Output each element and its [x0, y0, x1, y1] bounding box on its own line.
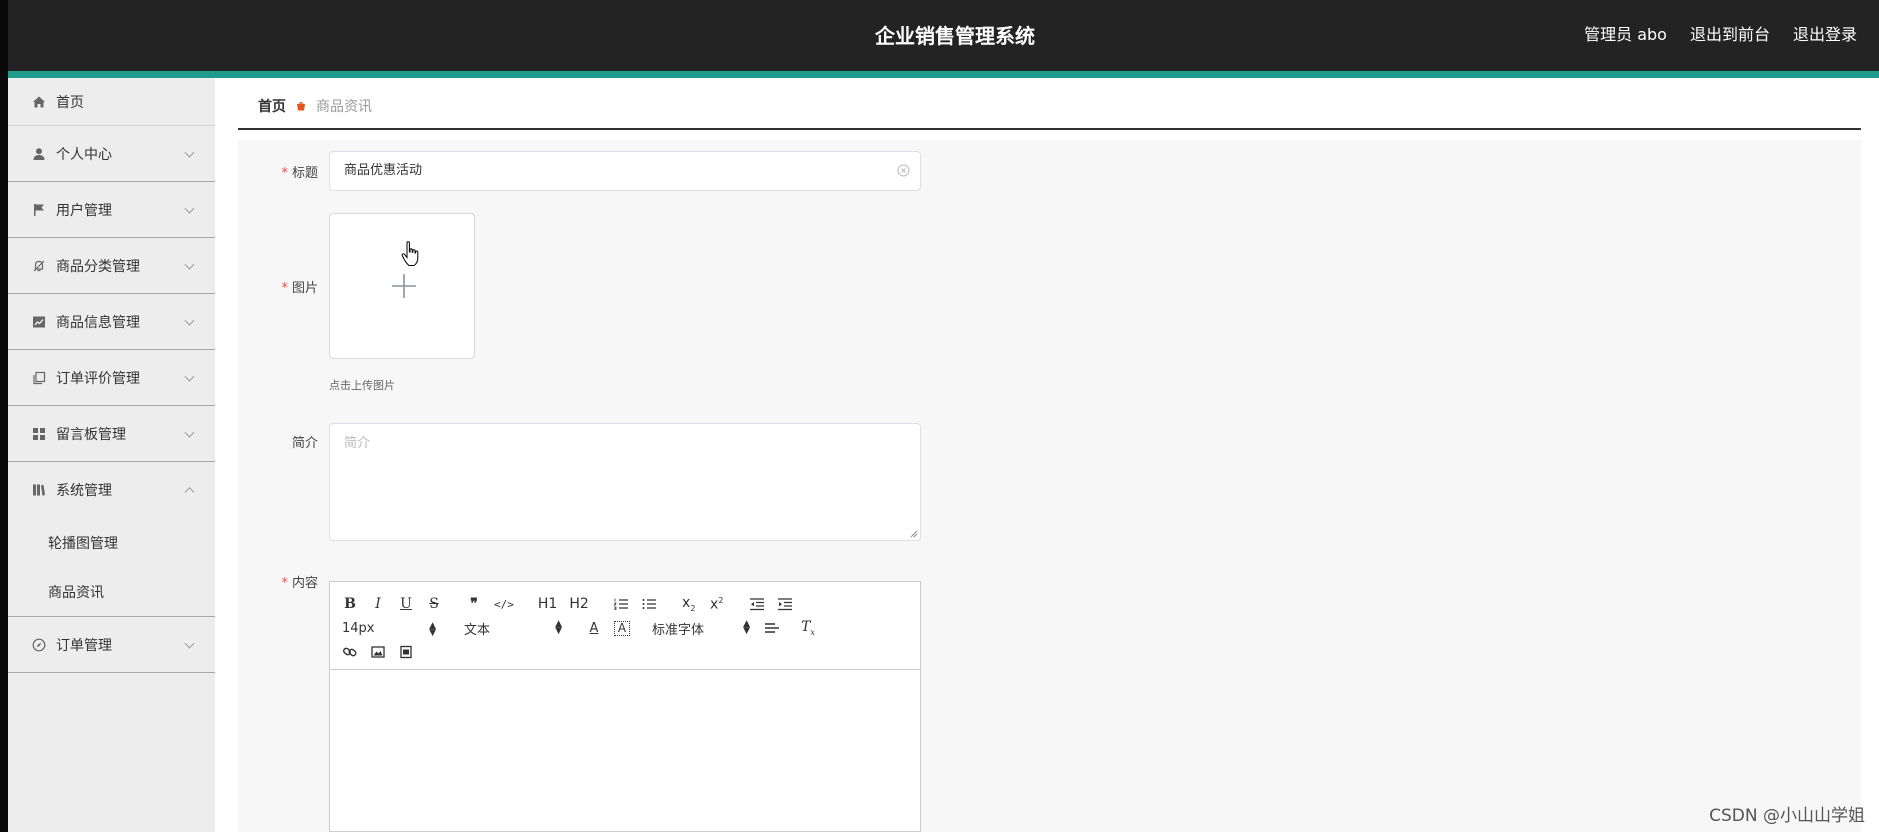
toolbar-row-1: B I U S ❞ </> H1 H2 x2 x2 [342, 592, 908, 616]
chevron-down-icon [184, 315, 195, 326]
chevron-down-icon [184, 638, 195, 649]
sidebar-item-personal-center[interactable]: 个人中心 [8, 126, 215, 182]
indent-icon[interactable] [777, 597, 793, 611]
bold-icon[interactable]: B [342, 596, 358, 612]
title-label: * 标题 [281, 166, 318, 181]
sidebar-item-label: 留言板管理 [56, 426, 126, 443]
breadcrumb-home[interactable]: 首页 [258, 96, 286, 116]
intro-label: 简介 [291, 436, 318, 451]
bullet-list-icon[interactable] [641, 597, 657, 611]
ordered-list-icon[interactable] [613, 597, 629, 611]
sidebar-item-category-management[interactable]: 商品分类管理 [8, 238, 215, 294]
strike-icon[interactable]: S [426, 596, 442, 612]
sidebar-item-label: 首页 [56, 94, 84, 111]
link-icon[interactable] [342, 645, 358, 659]
italic-icon[interactable]: I [370, 596, 386, 612]
sidebar-item-label: 个人中心 [56, 146, 112, 163]
font-family-select[interactable]: 标准字体 ▲ ▼ [652, 619, 750, 638]
sidebar-item-order-review-management[interactable]: 订单评价管理 [8, 350, 215, 406]
home-icon [33, 96, 45, 107]
book-icon [33, 484, 45, 496]
toolbar-row-2: 14px ▲ ▼ 文本 ▲ ▼ A A 标准字体 ▲ ▼ Tx [342, 616, 908, 640]
sidebar-item-label: 订单评价管理 [56, 370, 140, 387]
rich-text-editor: B I U S ❞ </> H1 H2 x2 x2 14px ▲ ▼ 文本 ▲ ▼ A … [329, 581, 921, 832]
intro-placeholder: 简介 [344, 436, 371, 451]
chevron-down-icon [184, 203, 195, 214]
user-icon [33, 147, 45, 160]
system-management-submenu: 轮播图管理 商品资讯 [8, 518, 215, 617]
intro-textarea[interactable]: 简介 [329, 423, 921, 541]
hand-cursor-icon [401, 241, 419, 266]
sidebar-item-label: 用户管理 [56, 202, 112, 219]
bell-off-icon [33, 260, 45, 271]
chevron-up-icon [184, 487, 195, 498]
left-edge-strip [0, 0, 8, 832]
image-label: * 图片 [281, 281, 318, 296]
breadcrumb-separator-icon [297, 101, 305, 111]
breadcrumb-divider [238, 128, 1861, 130]
image-icon[interactable] [370, 645, 386, 659]
chevron-down-icon [184, 147, 195, 158]
watermark: CSDN @小山山学姐 [1709, 806, 1865, 826]
logout-link[interactable]: 退出登录 [1793, 21, 1857, 45]
superscript-icon[interactable]: x2 [709, 596, 725, 613]
chart-icon [33, 316, 45, 327]
sidebar-item-label: 商品信息管理 [56, 314, 140, 331]
sidebar-item-label: 系统管理 [56, 483, 112, 499]
video-icon[interactable] [398, 645, 414, 659]
h2-icon[interactable]: H2 [569, 596, 588, 612]
top-bar: 企业销售管理系统 管理员 abo 退出到前台 退出登录 [0, 0, 1879, 71]
sidebar-subitem-product-news[interactable]: 商品资讯 [8, 567, 215, 616]
underline-icon[interactable]: U [398, 596, 414, 612]
background-color-icon[interactable]: A [614, 620, 630, 636]
font-color-icon[interactable]: A [586, 621, 602, 636]
editor-toolbar: B I U S ❞ </> H1 H2 x2 x2 14px ▲ ▼ 文本 ▲ ▼ A … [330, 582, 920, 670]
sidebar-item-label: 订单管理 [56, 637, 112, 654]
header-select[interactable]: 文本 ▲ ▼ [464, 619, 562, 638]
outdent-icon[interactable] [749, 597, 765, 611]
content-label: * 内容 [281, 576, 318, 591]
copy-icon [33, 371, 46, 384]
code-block-icon[interactable]: </> [494, 598, 514, 611]
sidebar-item-system-management[interactable]: 系统管理 [8, 462, 215, 518]
sidebar-item-user-management[interactable]: 用户管理 [8, 182, 215, 238]
sidebar-item-label: 商品分类管理 [56, 258, 140, 275]
plus-icon [392, 274, 416, 298]
sidebar-item-home[interactable]: 首页 [8, 78, 215, 126]
resize-handle-icon[interactable] [910, 530, 918, 538]
sidebar-item-product-info-management[interactable]: 商品信息管理 [8, 294, 215, 350]
toolbar-row-3 [342, 640, 908, 664]
sidebar-subitem-carousel-management[interactable]: 轮播图管理 [8, 518, 215, 567]
sidebar-item-order-management[interactable]: 订单管理 [8, 617, 215, 673]
clear-icon[interactable] [897, 164, 910, 177]
admin-user-label: 管理员 abo [1584, 25, 1667, 44]
clear-format-icon[interactable]: Tx [800, 619, 816, 637]
upload-tip: 点击上传图片 [329, 379, 395, 392]
font-size-select[interactable]: 14px ▲ ▼ [342, 621, 436, 638]
image-upload-box[interactable] [329, 213, 475, 359]
flag-icon [34, 203, 44, 216]
breadcrumb: 首页 商品资讯 [258, 96, 372, 116]
subscript-icon[interactable]: x2 [681, 595, 697, 613]
grid-icon [33, 427, 45, 440]
title-input[interactable]: 商品优惠活动 [329, 151, 921, 191]
blockquote-icon[interactable]: ❞ [466, 596, 482, 612]
sidebar: 首页 个人中心 用户管理 商品分类管理 商品信息管理 订单评价管理 留言板管理 … [8, 78, 215, 832]
exit-to-frontend-link[interactable]: 退出到前台 [1690, 21, 1770, 45]
chevron-down-icon [184, 427, 195, 438]
top-links: 管理员 abo 退出到前台 退出登录 [1584, 21, 1857, 45]
align-icon[interactable] [764, 621, 780, 635]
chevron-down-icon [184, 259, 195, 270]
sidebar-item-message-board-management[interactable]: 留言板管理 [8, 406, 215, 462]
h1-icon[interactable]: H1 [538, 596, 557, 612]
breadcrumb-current: 商品资讯 [316, 99, 372, 115]
title-input-value: 商品优惠活动 [344, 163, 423, 178]
compass-icon [32, 638, 46, 651]
chevron-down-icon [184, 371, 195, 382]
topbar-accent-line [0, 71, 1879, 78]
